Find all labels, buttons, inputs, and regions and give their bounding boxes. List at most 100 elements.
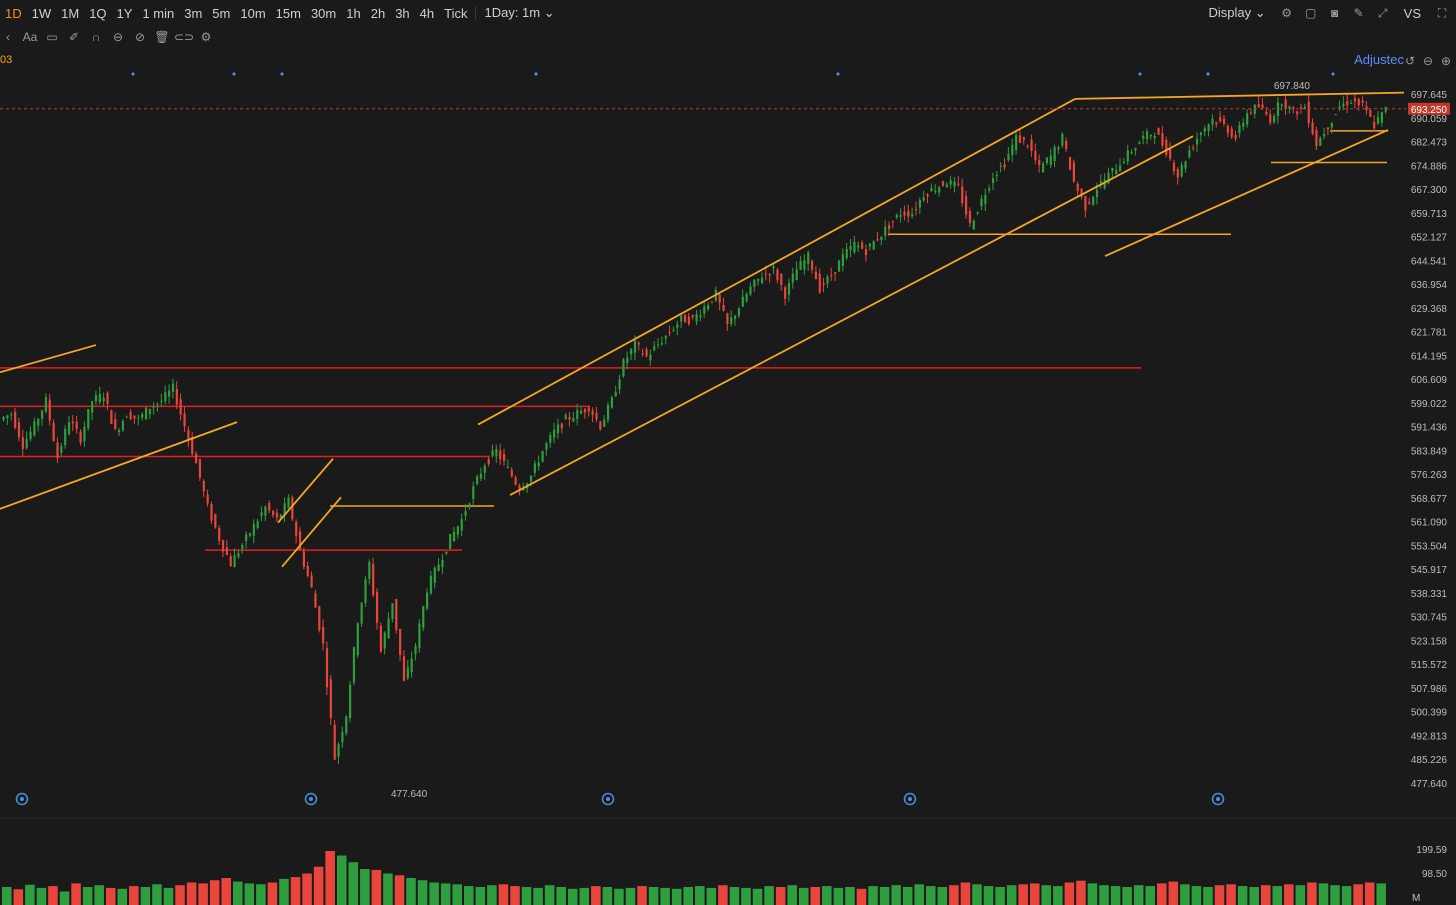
candle-body	[341, 731, 344, 743]
candle-body	[464, 511, 467, 516]
candle-body	[1011, 144, 1014, 155]
candle-body	[110, 410, 113, 424]
expand-icon[interactable]: ⛶	[1434, 5, 1450, 21]
plus-circle-icon[interactable]: ⊕	[1438, 53, 1454, 69]
volume-bar	[244, 883, 255, 905]
candle-body	[872, 241, 875, 250]
volume-bar	[1376, 883, 1386, 905]
adjusted-toggle[interactable]: Adjustec	[1354, 52, 1404, 67]
volume-bar	[1099, 885, 1109, 905]
trendline-1	[0, 421, 238, 510]
candle-body	[48, 399, 51, 421]
event-marker-bottom	[601, 792, 615, 806]
settings-small-icon[interactable]: ⚙	[198, 29, 214, 45]
volume-bar	[1006, 885, 1017, 905]
candle-body	[503, 454, 506, 462]
candle-body	[580, 410, 583, 414]
timeframe-2h[interactable]: 2h	[366, 6, 390, 21]
pen-icon[interactable]: ✐	[66, 29, 82, 45]
candle-body	[868, 243, 871, 247]
volume-bar	[833, 887, 844, 905]
candle-body	[295, 521, 298, 536]
candle-body	[1184, 161, 1187, 169]
timeframe-1q[interactable]: 1Q	[84, 6, 111, 21]
volume-bar	[290, 877, 301, 905]
layers-icon[interactable]: ⊖	[110, 29, 126, 45]
volume-bar	[1145, 886, 1155, 905]
timeframe-4h[interactable]: 4h	[415, 6, 439, 21]
candle-body	[52, 423, 55, 441]
candle-body	[953, 181, 956, 187]
range-selector[interactable]: 1Day: 1m ⌄	[479, 5, 559, 21]
candle-body	[599, 421, 602, 430]
candle-body	[1334, 114, 1337, 116]
event-marker-top	[280, 72, 284, 76]
timeframe-3h[interactable]: 3h	[390, 6, 414, 21]
fullscreen-icon[interactable]: ⤢	[1375, 5, 1391, 21]
candle-body	[29, 431, 32, 440]
price-chart[interactable]: 697.840 477.640 697.645 690.059 682.473 674.…	[0, 0, 1456, 905]
timeframe-30m[interactable]: 30m	[306, 6, 341, 21]
candle-body	[506, 466, 510, 468]
pencil-icon[interactable]: ✎	[1351, 5, 1367, 21]
volume-bar	[487, 885, 497, 905]
display-dropdown[interactable]: Display ⌄	[1204, 5, 1271, 21]
volume-bar	[71, 883, 81, 905]
candle-body	[1346, 101, 1349, 106]
timeframe-1y[interactable]: 1Y	[112, 6, 138, 21]
candle-body	[83, 426, 86, 442]
hide-icon[interactable]: ⊘	[132, 29, 148, 45]
timeframe-1m[interactable]: 1M	[56, 6, 84, 21]
volume-bar	[1260, 885, 1271, 905]
camera-icon[interactable]: ◙	[1327, 5, 1343, 21]
volume-bar	[1076, 880, 1086, 905]
candle-body	[75, 421, 78, 429]
candle-body	[237, 553, 240, 558]
candle-body	[233, 555, 236, 568]
candle-body	[395, 599, 398, 631]
volume-bar	[1341, 886, 1352, 905]
timeframe-tick[interactable]: Tick	[439, 6, 472, 21]
candle-body	[784, 287, 787, 299]
timeframe-1d[interactable]: 1D	[0, 6, 27, 21]
price-tick-label: 492.813	[1411, 731, 1448, 742]
timeframe-15m[interactable]: 15m	[271, 6, 306, 21]
timeframe-1-min[interactable]: 1 min	[137, 6, 179, 21]
trash-icon[interactable]: 🗑	[154, 29, 170, 45]
volume-bar	[175, 885, 185, 905]
candle-body	[664, 335, 667, 339]
candle-body	[56, 442, 59, 458]
event-marker-top	[534, 72, 538, 76]
candle-body	[1338, 106, 1341, 109]
candle-body	[1376, 117, 1380, 124]
candle-body	[691, 315, 694, 317]
minus-circle-icon[interactable]: ⊖	[1420, 53, 1436, 69]
aa-text-icon[interactable]: Aa	[22, 29, 38, 45]
candle-body	[468, 503, 471, 508]
candle-body	[272, 510, 275, 515]
timeframe-3m[interactable]: 3m	[179, 6, 207, 21]
candle-body	[791, 273, 794, 283]
candle-body	[476, 476, 479, 485]
timeframe-1h[interactable]: 1h	[341, 6, 365, 21]
chevron-icon[interactable]: ‹	[0, 29, 16, 45]
link-icon[interactable]: ⊂⊃	[174, 29, 194, 45]
price-tick-label: 682.473	[1411, 138, 1448, 149]
timeframe-5m[interactable]: 5m	[207, 6, 235, 21]
candle-body	[653, 346, 656, 351]
settings-icon[interactable]: ⚙	[1279, 5, 1295, 21]
volume-bar	[302, 873, 312, 905]
undo-icon[interactable]: ↺	[1402, 53, 1418, 69]
timeframe-10m[interactable]: 10m	[235, 6, 270, 21]
comment-icon[interactable]: ▭	[44, 29, 60, 45]
volume-bar	[36, 887, 47, 905]
volume-bar	[152, 884, 162, 905]
volume-bar	[1168, 881, 1179, 905]
layout-icon[interactable]: ▢	[1303, 5, 1319, 21]
vs-button[interactable]: VS	[1399, 6, 1426, 21]
magnet-icon[interactable]: ∩	[88, 29, 104, 45]
candle-body	[1038, 160, 1041, 165]
candle-body	[1130, 152, 1133, 154]
timeframe-1w[interactable]: 1W	[27, 6, 57, 21]
candle-body	[641, 353, 644, 355]
